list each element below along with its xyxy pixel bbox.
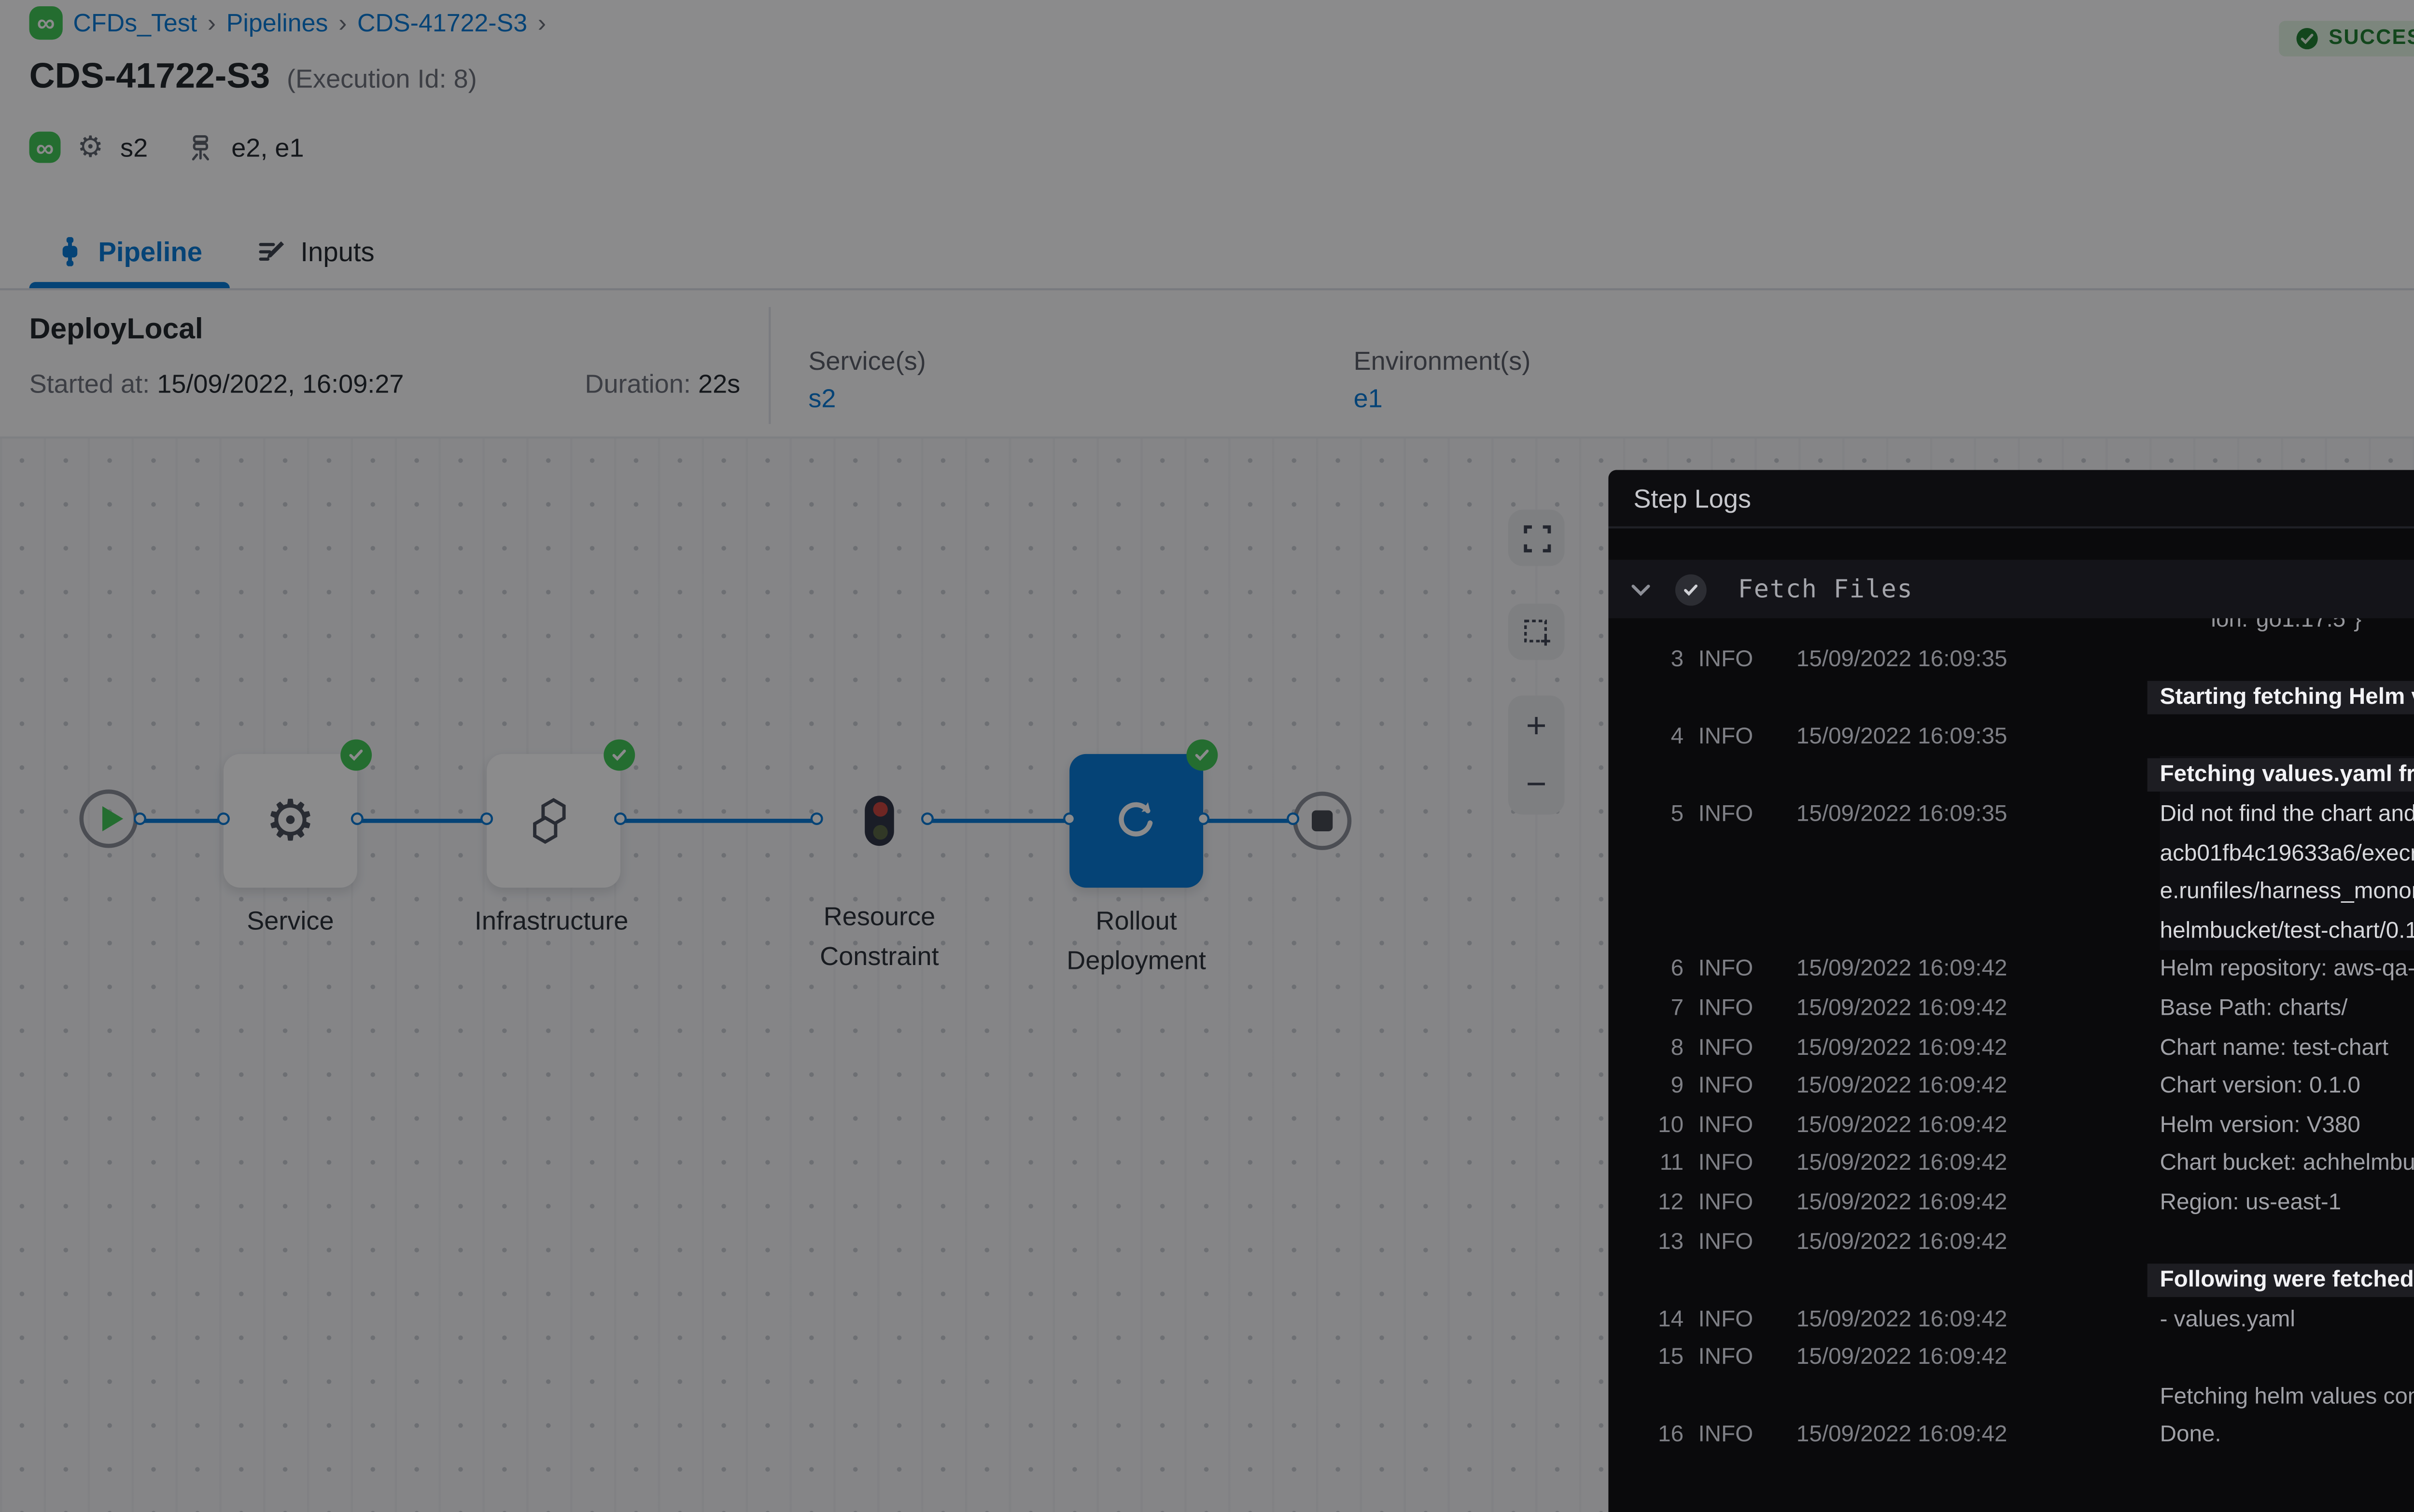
log-level: INFO [1698,1029,1753,1067]
log-entry: 11 INFO 15/09/2022 16:09:42 Chart bucket: a… [1608,1145,2414,1184]
log-timestamp: 15/09/2022 16:09:42 [1796,1340,2007,1378]
log-level: INFO [1698,1340,1753,1378]
fetch-files-section-header[interactable]: Fetch Files ↑ ↓ 9s [1608,560,2414,618]
step-success-check-icon [1675,574,1707,605]
chevron-down-icon[interactable] [1629,577,1653,601]
log-message-highlight: Following were fetched successfully : [2147,1264,2414,1297]
log-timestamp: 15/09/2022 16:09:42 [1796,1223,2007,1261]
log-message: Fetching values.yaml from helm chart rep… [2160,718,2414,796]
log-entry: 16 INFO 15/09/2022 16:09:42 Done. [1608,1417,2414,1456]
log-line-number: 15 [1638,1340,1684,1378]
log-entry: 13 INFO 15/09/2022 16:09:42 Following were … [1608,1223,2414,1301]
log-level: INFO [1698,1417,1753,1456]
log-list: ion:"go1.17.5"}3INFO15/09/2022 16:09:35S… [1608,602,2414,1456]
log-message: Following were fetched successfully : [2160,1223,2414,1301]
log-message: Starting fetching Helm values [2160,640,2414,718]
log-line-number: 3 [1638,640,1684,679]
log-line-number: 14 [1638,1301,1684,1339]
log-line-number: 16 [1638,1417,1684,1456]
log-timestamp: 15/09/2022 16:09:35 [1796,640,2007,679]
log-level: INFO [1698,1301,1753,1339]
log-timestamp: 15/09/2022 16:09:42 [1796,1067,2007,1106]
log-message: Did not find the chart and version in lo… [2160,796,2414,951]
log-line-number: 12 [1638,1184,1684,1223]
log-timestamp: 15/09/2022 16:09:42 [1796,1184,2007,1223]
step-logs-title: Step Logs [1633,484,1751,513]
log-entry: 3 INFO 15/09/2022 16:09:35 Starting fetchin… [1608,640,2414,718]
app-viewport: ∞ CFDs_Test › Pipelines › CDS-41722-S3 ›… [0,0,2414,1512]
log-line-number: 9 [1638,1067,1684,1106]
log-line-number: 13 [1638,1223,1684,1261]
log-entry: 8 INFO 15/09/2022 16:09:42 Chart name: test… [1608,1029,2414,1067]
log-level: INFO [1698,640,1753,679]
log-line-number: 6 [1638,951,1684,990]
log-entry: 15 INFO 15/09/2022 16:09:42 Fetching helm v… [1608,1340,2414,1417]
log-line-number: 4 [1638,718,1684,756]
log-line-number: 5 [1638,796,1684,834]
step-logs-header: Step Logs Console View [1608,470,2414,528]
log-level: INFO [1698,718,1753,756]
log-message-highlight: Starting fetching Helm values [2147,681,2414,714]
log-line-number: 10 [1638,1106,1684,1145]
log-message: - values.yaml [2160,1301,2414,1339]
log-message: Chart bucket: achhelmbucket [2160,1145,2414,1184]
log-entry: 6 INFO 15/09/2022 16:09:42 Helm repository:… [1608,951,2414,990]
log-entry: 7 INFO 15/09/2022 16:09:42 Base Path: chart… [1608,990,2414,1028]
log-level: INFO [1698,990,1753,1028]
log-entry: 12 INFO 15/09/2022 16:09:42 Region: us-east… [1608,1184,2414,1223]
log-level: INFO [1698,1067,1753,1106]
screenshot-root: ∞ CFDs_Test › Pipelines › CDS-41722-S3 ›… [0,0,2414,1512]
log-level: INFO [1698,951,1753,990]
log-level: INFO [1698,1106,1753,1145]
log-timestamp: 15/09/2022 16:09:42 [1796,951,2007,990]
log-message: Chart name: test-chart [2160,1029,2414,1067]
log-level: INFO [1698,796,1753,834]
log-message-highlight: Fetching values.yaml from helm chart rep… [2147,759,2414,792]
log-message: Fetching helm values completed successfu… [2160,1340,2414,1417]
log-entry: 5 INFO 15/09/2022 16:09:35 Did not find the… [1608,796,2414,951]
step-name: Fetch Files [1738,574,1913,604]
log-timestamp: 15/09/2022 16:09:42 [1796,990,2007,1028]
log-entry: 9 INFO 15/09/2022 16:09:42 Chart version: 0… [1608,1067,2414,1106]
log-timestamp: 15/09/2022 16:09:35 [1796,718,2007,756]
log-message: Region: us-east-1 [2160,1184,2414,1223]
log-timestamp: 15/09/2022 16:09:42 [1796,1029,2007,1067]
log-message: Helm version: V380 [2160,1106,2414,1145]
log-level: INFO [1698,1223,1753,1261]
log-entry: 14 INFO 15/09/2022 16:09:42 - values.yaml [1608,1301,2414,1339]
log-level: INFO [1698,1184,1753,1223]
step-logs-drawer: Step Logs Console View ion:"go1.17.5"}3I… [1608,470,2414,1512]
log-timestamp: 15/09/2022 16:09:35 [1796,796,2007,834]
log-entry: 4 INFO 15/09/2022 16:09:35 Fetching values.… [1608,718,2414,796]
log-timestamp: 15/09/2022 16:09:42 [1796,1417,2007,1456]
log-line-number: 11 [1638,1145,1684,1184]
log-line-number: 8 [1638,1029,1684,1067]
log-message: Base Path: charts/ [2160,990,2414,1028]
log-entry: 10 INFO 15/09/2022 16:09:42 Helm version: V… [1608,1106,2414,1145]
log-message: Helm repository: aws-qa-setup-modified [2160,951,2414,990]
log-line-number: 7 [1638,990,1684,1028]
log-timestamp: 15/09/2022 16:09:42 [1796,1145,2007,1184]
log-message: Chart version: 0.1.0 [2160,1067,2414,1106]
log-message: Done. [2160,1417,2414,1456]
log-level: INFO [1698,1145,1753,1184]
log-timestamp: 15/09/2022 16:09:42 [1796,1301,2007,1339]
log-timestamp: 15/09/2022 16:09:42 [1796,1106,2007,1145]
